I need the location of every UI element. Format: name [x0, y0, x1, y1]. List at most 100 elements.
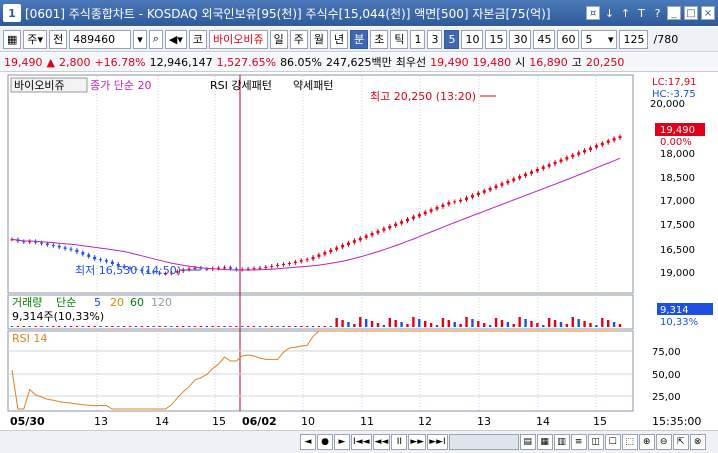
search-icon[interactable]: ⌕	[148, 29, 163, 49]
volume-bar	[424, 321, 427, 327]
list-icon[interactable]: ≡	[570, 434, 587, 450]
period-day[interactable]: 일	[269, 29, 288, 49]
volume-bar	[553, 320, 557, 327]
candle-body	[476, 192, 480, 196]
y-tick-17500: 17,500	[660, 220, 695, 231]
minute-60[interactable]: 60	[557, 29, 580, 49]
time-label-13a: 13	[94, 415, 108, 428]
volume-bar	[477, 321, 480, 327]
interval-select[interactable]: 5 ▾	[581, 29, 618, 49]
first-page-button[interactable]: I◄◄	[351, 434, 372, 450]
volume-bar	[335, 318, 338, 327]
volume-bar	[229, 326, 232, 327]
frame-icon[interactable]: ⬚	[621, 434, 638, 450]
grid-view-icon[interactable]: ▦	[536, 434, 553, 450]
stock-name[interactable]: 바이오비쥬	[209, 29, 268, 49]
candle-body	[323, 252, 327, 255]
scroll-right-button[interactable]: ►	[334, 434, 350, 450]
zoom-out-icon[interactable]: ⊖	[655, 434, 672, 450]
code-input[interactable]: 489460	[69, 29, 132, 49]
horizontal-scrollbar[interactable]	[448, 434, 519, 450]
minute-5[interactable]: 5	[444, 29, 460, 49]
minute-3[interactable]: 3	[427, 29, 443, 49]
candle-body	[358, 237, 362, 241]
change-up-icon: ▲	[46, 55, 55, 69]
code-dropdown-icon[interactable]: ▾	[133, 29, 147, 49]
time-label-13b: 13	[477, 415, 491, 428]
menu-select[interactable]: 주 ▾	[23, 29, 48, 49]
next-page-button[interactable]: ►►	[408, 434, 427, 450]
bottom-controls: ◄ ● ► I◄◄ ◄◄ II ►► ►►I ▤ ▦ ▥ ≡ ◫ ☐ ⬚ ⊕ ⊖…	[0, 430, 718, 453]
minute-30[interactable]: 30	[509, 29, 532, 49]
time-label-0602: 06/02	[242, 415, 277, 428]
last-pct: 0.00%	[660, 137, 692, 148]
minute-10[interactable]: 10	[461, 29, 484, 49]
period-minute[interactable]: 분	[350, 29, 369, 49]
reset-icon[interactable]: ⊗	[689, 434, 706, 450]
volume-bar	[494, 318, 498, 327]
text-icon[interactable]: T	[634, 4, 649, 22]
all-button[interactable]: 전	[49, 29, 68, 49]
volume-bar	[122, 326, 126, 327]
time-label-15b: 15	[593, 415, 607, 428]
last-page-button[interactable]: ►►I	[427, 434, 448, 450]
columns-icon[interactable]: ▥	[553, 434, 570, 450]
grid-icon[interactable]: ▦	[3, 29, 22, 49]
volume-bar	[187, 326, 191, 327]
volume-bar	[93, 326, 96, 327]
download-icon[interactable]: ↓	[602, 4, 617, 22]
volume-bar	[46, 326, 49, 327]
help-icon[interactable]: ?	[650, 4, 665, 22]
volume-bar	[382, 325, 386, 327]
speaker-icon[interactable]: ◀▾	[164, 29, 187, 49]
period-year[interactable]: 년	[329, 29, 349, 49]
rsi-panel[interactable]	[7, 330, 634, 412]
period-week[interactable]: 주	[289, 29, 308, 49]
volume-bar	[311, 326, 315, 327]
period-second[interactable]: 초	[370, 29, 389, 49]
scroll-left-button[interactable]: ◄	[300, 434, 316, 450]
title-bar: 1 [0601] 주식종합차트 - KOSDAQ 외국인보유[95(천)] 주식…	[0, 0, 718, 26]
minute-1[interactable]: 1	[410, 29, 426, 49]
period-tick[interactable]: 틱	[390, 29, 409, 49]
scroll-home-button[interactable]: ●	[317, 434, 333, 450]
candle-body	[87, 254, 91, 257]
prev-page-button[interactable]: ◄◄	[372, 434, 391, 450]
open-label: 시	[515, 56, 526, 69]
maximize-icon[interactable]: □	[684, 6, 698, 20]
zoom-in-icon[interactable]: ⊕	[638, 434, 655, 450]
page-value[interactable]: 125	[619, 29, 649, 49]
price-panel[interactable]	[7, 74, 634, 294]
minimize-icon[interactable]: _	[667, 6, 681, 20]
candle-body	[305, 259, 309, 261]
stock-chart[interactable]: 바이오비쥬 종가 단순 20 RSI 강세패턴 약세패턴 최고 20,250 (…	[0, 73, 718, 430]
window-number[interactable]: 1	[3, 4, 21, 22]
link-icon[interactable]: ¤	[586, 6, 600, 20]
volume-bar	[282, 326, 285, 327]
candle-body	[529, 171, 533, 174]
best-bid: 19,480	[472, 55, 512, 69]
close-icon[interactable]: ×	[701, 6, 715, 20]
volume-bar	[211, 326, 214, 327]
current-price: 19,490	[4, 55, 43, 69]
volume-bar	[577, 319, 580, 327]
volume-bar	[536, 323, 539, 327]
candle-body	[341, 245, 345, 248]
volume-bar	[317, 326, 321, 327]
time-label-14b: 14	[536, 415, 550, 428]
window-icon[interactable]: ☐	[604, 434, 621, 450]
candle-body	[553, 161, 557, 165]
table-icon[interactable]: ▤	[519, 434, 536, 450]
volume-bar	[583, 321, 586, 327]
panel-icon[interactable]: ◫	[587, 434, 604, 450]
minute-45[interactable]: 45	[533, 29, 556, 49]
period-month[interactable]: 월	[309, 29, 328, 49]
expand-icon[interactable]: ⇱	[672, 434, 689, 450]
volume-bar	[512, 324, 515, 327]
volume-bar	[488, 325, 492, 327]
volume-legend: 거래량	[12, 296, 42, 309]
minute-15[interactable]: 15	[485, 29, 508, 49]
pause-button[interactable]: II	[391, 434, 408, 450]
volume-bar	[589, 323, 592, 327]
upload-icon[interactable]: ↑	[618, 4, 633, 22]
